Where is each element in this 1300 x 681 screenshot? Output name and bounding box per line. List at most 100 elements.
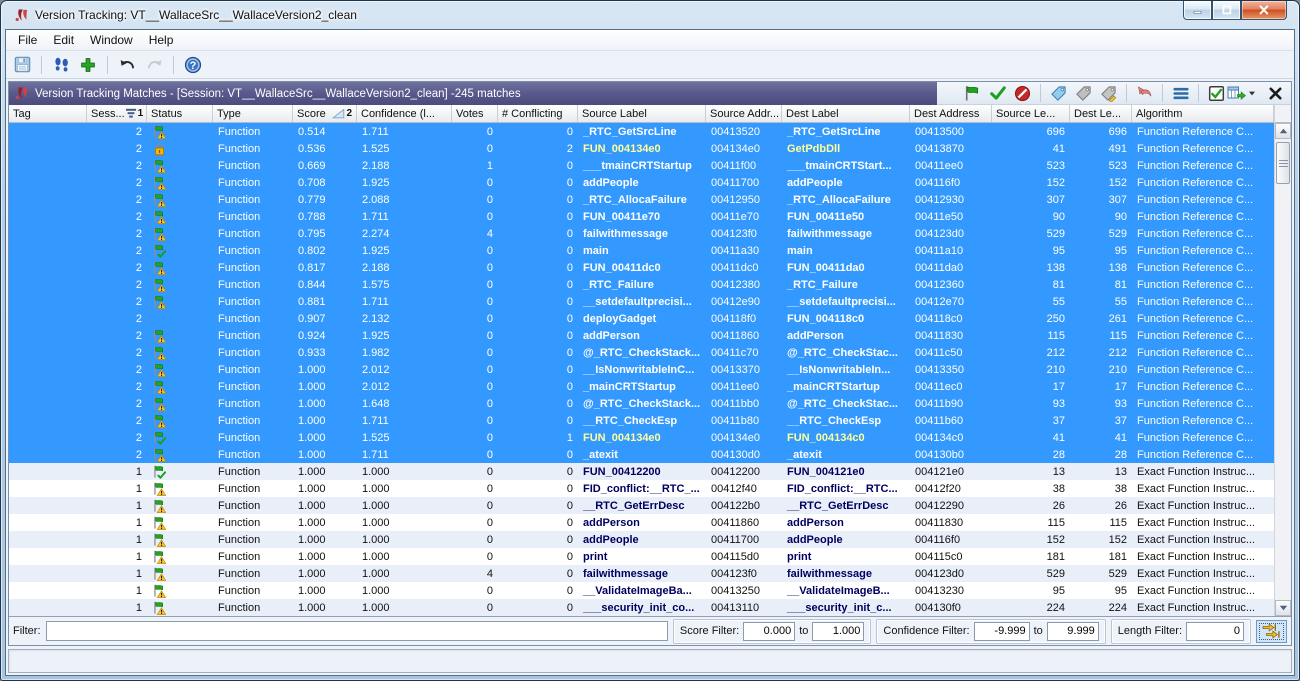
match-row[interactable]: 2Function1.0001.71100__RTC_CheckEsp00411… — [9, 412, 1274, 429]
select-checkbox-button[interactable] — [1205, 83, 1228, 104]
tag-blue-button[interactable] — [1047, 83, 1070, 104]
accept-button[interactable] — [986, 83, 1009, 104]
column-header-algorithm[interactable]: Algorithm — [1132, 105, 1274, 122]
cell-algorithm: Exact Function Instruc... — [1132, 497, 1274, 514]
tag-edit-button[interactable] — [1097, 83, 1120, 104]
add-button[interactable] — [76, 53, 100, 77]
close-button[interactable] — [1241, 1, 1287, 20]
menu-file[interactable]: File — [10, 31, 45, 49]
column-header-status[interactable]: Status — [147, 105, 213, 122]
length-filter-label: Length Filter: — [1118, 625, 1182, 637]
apply-filter-button[interactable] — [1256, 620, 1287, 643]
match-row[interactable]: 2Function0.5141.71100_RTC_GetSrcLine0041… — [9, 123, 1274, 140]
match-row[interactable]: 2Function0.8021.92500main00411a30main004… — [9, 242, 1274, 259]
match-row[interactable]: 2Function1.0001.71100_atexit004130d0_ate… — [9, 446, 1274, 463]
column-header-type[interactable]: Type — [213, 105, 293, 122]
cell-type: Function — [213, 531, 293, 548]
minimize-button[interactable] — [1183, 1, 1212, 20]
column-header-dest_label[interactable]: Dest Label — [782, 105, 910, 122]
column-header-votes[interactable]: Votes — [452, 105, 498, 122]
filter-input[interactable] — [46, 621, 668, 641]
menu-help[interactable]: Help — [141, 31, 182, 49]
match-row[interactable]: 1Function1.0001.00000FID_conflict:__RTC_… — [9, 480, 1274, 497]
cell-tag — [9, 327, 87, 344]
cell-dest_label: _RTC_GetSrcLine — [782, 123, 910, 140]
apply-markup-button[interactable] — [1230, 83, 1253, 104]
footprints-button[interactable] — [49, 53, 73, 77]
block-button[interactable] — [1011, 83, 1034, 104]
match-row[interactable]: 2Function1.0002.01200__IsNonwritableInC.… — [9, 361, 1274, 378]
close-panel-button[interactable] — [1264, 83, 1286, 104]
match-row[interactable]: 2Function0.7952.27440failwithmessage0041… — [9, 225, 1274, 242]
tag-gray-button[interactable] — [1072, 83, 1095, 104]
column-header-conflicting[interactable]: # Conflicting — [498, 105, 578, 122]
column-header-dest_length[interactable]: Dest Le... — [1070, 105, 1132, 122]
cell-type: Function — [213, 446, 293, 463]
confidence-to-input[interactable] — [1047, 622, 1099, 641]
help-button[interactable]: ? — [181, 53, 205, 77]
match-row[interactable]: 2Function0.8811.71100__setdefaultprecisi… — [9, 293, 1274, 310]
score-to-input[interactable] — [812, 622, 864, 641]
match-row[interactable]: 1Function1.0001.00040failwithmessage0041… — [9, 565, 1274, 582]
match-row[interactable]: 1Function1.0001.00000addPeople00411700ad… — [9, 531, 1274, 548]
cell-source_length: 138 — [992, 259, 1070, 276]
cell-score: 0.907 — [293, 310, 357, 327]
maximize-button[interactable] — [1212, 1, 1241, 20]
undo-red-button[interactable] — [1133, 83, 1156, 104]
undo-button[interactable] — [115, 53, 139, 77]
match-row[interactable]: 2Function0.8172.18800FUN_00411dc000411dc… — [9, 259, 1274, 276]
column-header-confidence[interactable]: Confidence (l... — [357, 105, 452, 122]
menu-button[interactable] — [1169, 83, 1192, 104]
cell-confidence: 2.012 — [357, 361, 452, 378]
cell-dest_length: 696 — [1070, 123, 1132, 140]
match-row[interactable]: 1Function1.0001.00000addPerson00411860ad… — [9, 514, 1274, 531]
menu-window[interactable]: Window — [82, 31, 141, 49]
cell-source_address: 00411bb0 — [706, 395, 782, 412]
menu-edit[interactable]: Edit — [45, 31, 82, 49]
column-header-score[interactable]: Score2 — [293, 105, 357, 122]
scrollbar-up-button[interactable] — [1275, 123, 1291, 139]
scrollbar-down-button[interactable] — [1275, 600, 1291, 616]
column-header-source_address[interactable]: Source Addr... — [706, 105, 782, 122]
match-row[interactable]: 2Function0.6692.18810___tmainCRTStartup0… — [9, 157, 1274, 174]
cell-conflicting: 2 — [498, 140, 578, 157]
column-header-dest_address[interactable]: Dest Address — [910, 105, 992, 122]
column-header-session[interactable]: Sess...1 — [87, 105, 147, 122]
match-row[interactable]: 2Function0.8441.57500_RTC_Failure0041238… — [9, 276, 1274, 293]
vertical-scrollbar[interactable] — [1274, 105, 1291, 616]
flag-warning-icon — [153, 601, 166, 615]
close-icon — [1268, 86, 1283, 101]
match-row[interactable]: 2Function0.9241.92500addPerson00411860ad… — [9, 327, 1274, 344]
scrollbar-thumb[interactable] — [1276, 142, 1290, 184]
scrollbar-track[interactable] — [1275, 139, 1291, 600]
match-row[interactable]: 2Function0.7881.71100FUN_00411e7000411e7… — [9, 208, 1274, 225]
cell-algorithm: Function Reference C... — [1132, 225, 1274, 242]
flag-button[interactable] — [961, 83, 984, 104]
score-from-input[interactable] — [743, 622, 795, 641]
cell-tag — [9, 463, 87, 480]
confidence-from-input[interactable] — [974, 622, 1030, 641]
match-row[interactable]: 1Function1.0001.00000__ValidateImageBa..… — [9, 582, 1274, 599]
match-row[interactable]: 1Function1.0001.00000__RTC_GetErrDesc004… — [9, 497, 1274, 514]
cell-dest_label: FUN_004118c0 — [782, 310, 910, 327]
redo-button[interactable] — [142, 53, 166, 77]
match-row[interactable]: 2Function0.7081.92500addPeople00411700ad… — [9, 174, 1274, 191]
match-row[interactable]: 2Function0.7792.08800_RTC_AllocaFailure0… — [9, 191, 1274, 208]
match-row[interactable]: 2Function0.9072.13200deployGadget004118f… — [9, 310, 1274, 327]
match-row[interactable]: 2Function0.5361.52502FUN_004134e0004134e… — [9, 140, 1274, 157]
match-row[interactable]: 1Function1.0001.00000FUN_004122000041220… — [9, 463, 1274, 480]
match-row[interactable]: 1Function1.0001.00000___security_init_co… — [9, 599, 1274, 616]
match-row[interactable]: 2Function1.0001.52501FUN_004134e0004134e… — [9, 429, 1274, 446]
match-row[interactable]: 2Function1.0002.01200_mainCRTStartup0041… — [9, 378, 1274, 395]
match-row[interactable]: 2Function1.0001.64800@_RTC_CheckStack...… — [9, 395, 1274, 412]
column-header-source_label[interactable]: Source Label — [578, 105, 706, 122]
cell-status — [147, 344, 213, 361]
panel-title-bar[interactable]: Version Tracking Matches - [Session: VT_… — [9, 82, 937, 105]
save-button[interactable] — [10, 53, 34, 77]
title-bar[interactable]: Version Tracking: VT__WallaceSrc__Wallac… — [5, 1, 1295, 29]
column-header-source_length[interactable]: Source Le... — [992, 105, 1070, 122]
column-header-tag[interactable]: Tag — [9, 105, 87, 122]
match-row[interactable]: 1Function1.0001.00000print004115d0print0… — [9, 548, 1274, 565]
length-input[interactable] — [1186, 622, 1244, 641]
match-row[interactable]: 2Function0.9331.98200@_RTC_CheckStack...… — [9, 344, 1274, 361]
